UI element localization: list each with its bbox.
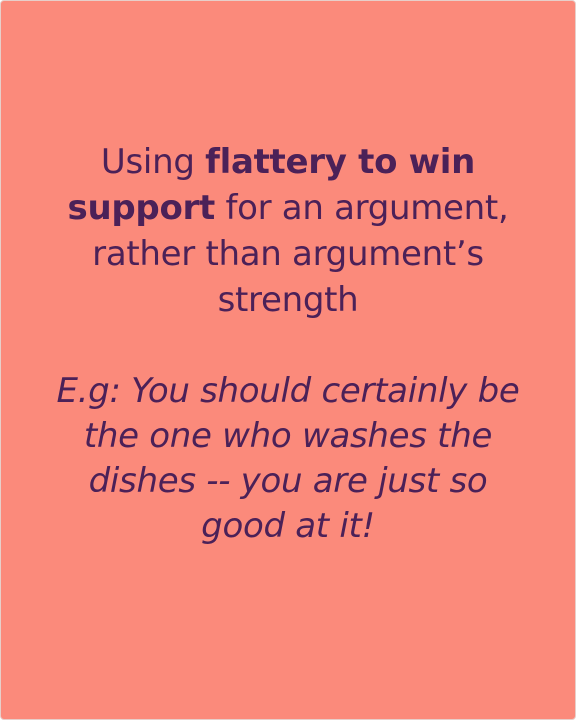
definition-part-1: Using: [100, 142, 206, 182]
definition-text: Using flattery to win support for an arg…: [48, 139, 528, 323]
example-text: E.g: You should certainly be the one who…: [56, 371, 520, 546]
fallacy-card: Using flattery to win support for an arg…: [0, 0, 576, 720]
